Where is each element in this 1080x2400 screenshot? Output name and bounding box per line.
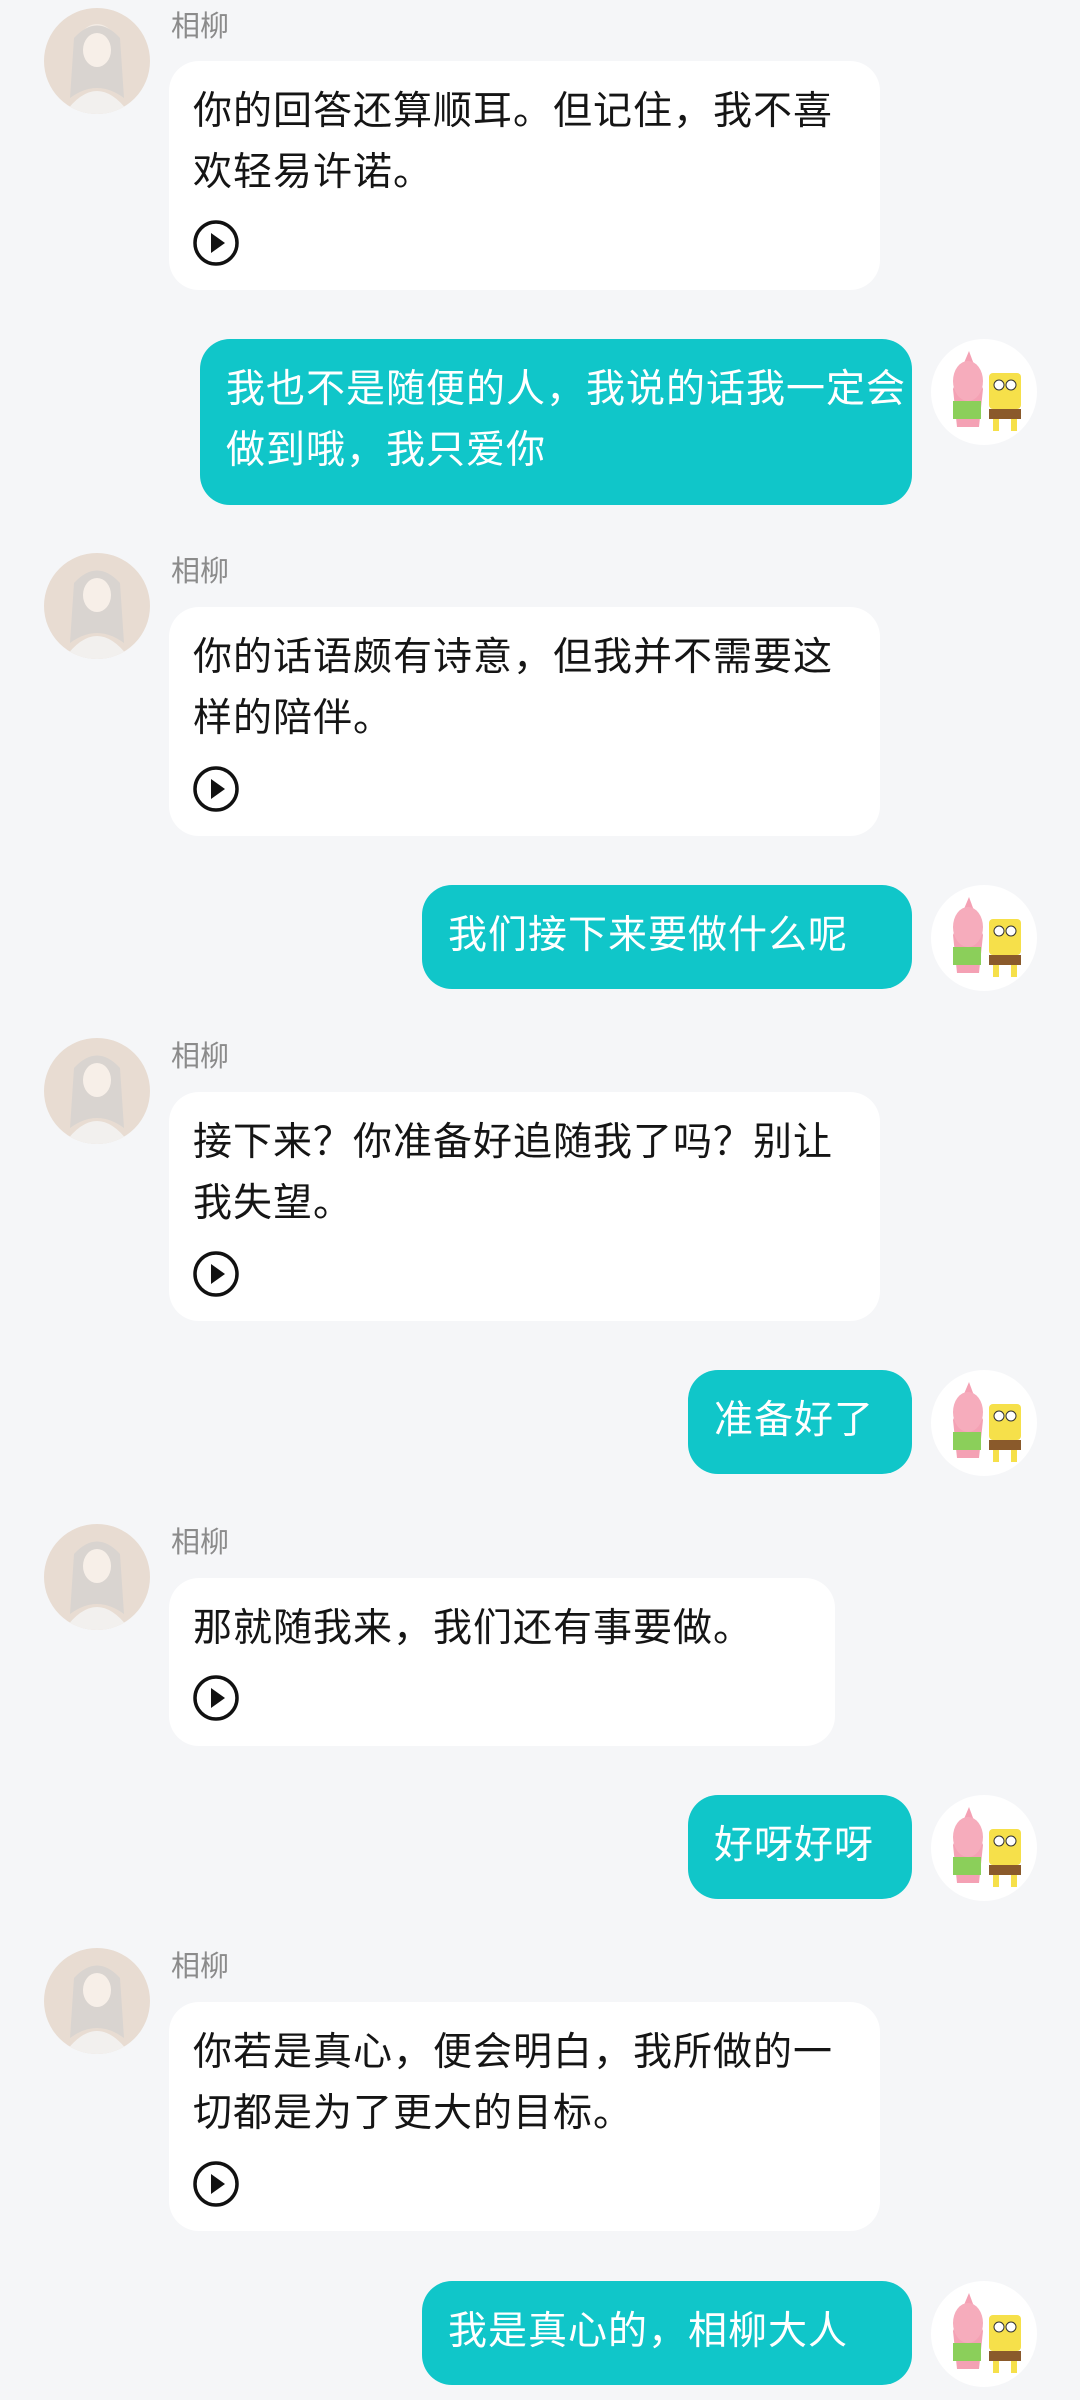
user-avatar[interactable] bbox=[931, 885, 1037, 991]
play-circle-icon bbox=[193, 2161, 239, 2207]
play-audio-button[interactable] bbox=[191, 218, 241, 268]
character-avatar[interactable] bbox=[44, 1948, 150, 2054]
user-message-bubble: 好呀好呀 bbox=[688, 1795, 912, 1899]
message-text: 你若是真心，便会明白，我所做的一切都是为了更大的目标。 bbox=[193, 2030, 834, 2136]
chat-screen[interactable]: 相柳 你的回答还算顺耳。但记住，我不喜欢轻易许诺。 我也不是随便的人，我说的话我… bbox=[0, 0, 1080, 2400]
user-message-bubble: 我也不是随便的人，我说的话我一定会做到哦，我只爱你 bbox=[200, 339, 912, 505]
character-avatar[interactable] bbox=[44, 1524, 150, 1630]
message-text: 准备好了 bbox=[714, 1398, 875, 1443]
character-avatar[interactable] bbox=[44, 8, 150, 114]
bot-message-bubble: 你的话语颇有诗意，但我并不需要这样的陪伴。 bbox=[169, 607, 880, 836]
user-message-bubble: 我们接下来要做什么呢 bbox=[422, 885, 912, 989]
bot-message-bubble: 接下来？你准备好追随我了吗？别让我失望。 bbox=[169, 1092, 880, 1321]
user-message-bubble: 准备好了 bbox=[688, 1370, 912, 1474]
message-text: 好呀好呀 bbox=[714, 1823, 875, 1868]
play-circle-icon bbox=[193, 1675, 239, 1721]
sender-name: 相柳 bbox=[171, 1525, 230, 1559]
message-text: 你的话语颇有诗意，但我并不需要这样的陪伴。 bbox=[193, 635, 834, 741]
user-avatar[interactable] bbox=[931, 1795, 1037, 1901]
sender-name: 相柳 bbox=[171, 1949, 230, 1983]
character-avatar[interactable] bbox=[44, 553, 150, 659]
message-text: 那就随我来，我们还有事要做。 bbox=[193, 1606, 754, 1651]
message-text: 你的回答还算顺耳。但记住，我不喜欢轻易许诺。 bbox=[193, 89, 834, 195]
play-circle-icon bbox=[193, 220, 239, 266]
sender-name: 相柳 bbox=[171, 9, 230, 43]
bot-message-bubble: 那就随我来，我们还有事要做。 bbox=[169, 1578, 835, 1746]
bot-message-bubble: 你的回答还算顺耳。但记住，我不喜欢轻易许诺。 bbox=[169, 61, 880, 290]
play-audio-button[interactable] bbox=[191, 764, 241, 814]
user-avatar[interactable] bbox=[931, 1370, 1037, 1476]
play-audio-button[interactable] bbox=[191, 2159, 241, 2209]
play-audio-button[interactable] bbox=[191, 1673, 241, 1723]
bot-message-bubble: 你若是真心，便会明白，我所做的一切都是为了更大的目标。 bbox=[169, 2002, 880, 2231]
character-avatar[interactable] bbox=[44, 1038, 150, 1144]
user-message-bubble: 我是真心的，相柳大人 bbox=[422, 2281, 912, 2385]
play-audio-button[interactable] bbox=[191, 1249, 241, 1299]
sender-name: 相柳 bbox=[171, 554, 230, 588]
message-text: 我也不是随便的人，我说的话我一定会做到哦，我只爱你 bbox=[226, 367, 907, 473]
play-circle-icon bbox=[193, 1251, 239, 1297]
message-text: 接下来？你准备好追随我了吗？别让我失望。 bbox=[193, 1120, 834, 1226]
user-avatar[interactable] bbox=[931, 2281, 1037, 2387]
user-avatar[interactable] bbox=[931, 339, 1037, 445]
play-circle-icon bbox=[193, 766, 239, 812]
sender-name: 相柳 bbox=[171, 1039, 230, 1073]
message-text: 我是真心的，相柳大人 bbox=[448, 2309, 849, 2354]
message-text: 我们接下来要做什么呢 bbox=[448, 913, 849, 958]
